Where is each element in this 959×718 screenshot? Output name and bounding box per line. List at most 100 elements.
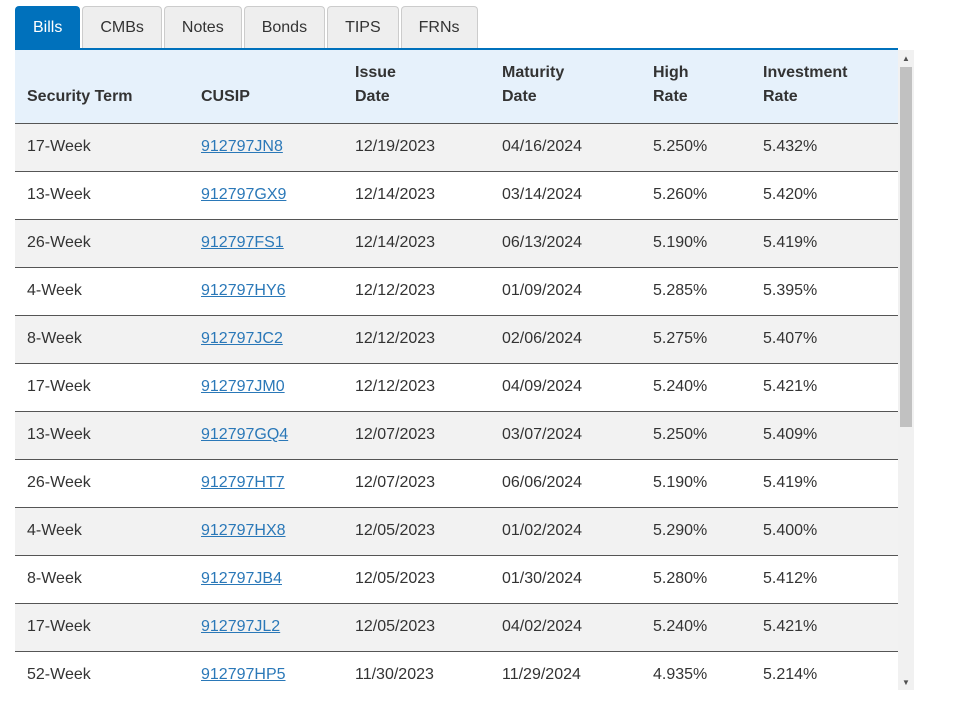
auction-results-table: Security Term CUSIP Issue Date Maturity … xyxy=(15,50,898,690)
cell-cusip: 912797JB4 xyxy=(189,555,343,603)
scroll-up-arrow-icon[interactable]: ▲ xyxy=(898,50,914,66)
header-maturity-date-line2: Date xyxy=(502,87,537,105)
cell-issue-date: 12/05/2023 xyxy=(355,618,436,635)
tab-bonds[interactable]: Bonds xyxy=(243,6,326,48)
cusip-link[interactable]: 912797HX8 xyxy=(201,522,286,539)
cell-cusip: 912797FS1 xyxy=(189,219,343,267)
cell-issue-date: 12/05/2023 xyxy=(355,522,436,539)
cell-issue-date: 12/05/2023 xyxy=(355,570,436,587)
header-investment-rate-line2: Rate xyxy=(763,87,798,105)
header-high-rate-line2: Rate xyxy=(653,87,688,105)
cell-high-rate: 5.190% xyxy=(653,474,708,491)
table-row: 13-Week 912797GX9 12/14/2023 03/14/2024 … xyxy=(15,171,898,219)
cusip-link[interactable]: 912797JB4 xyxy=(201,570,282,587)
scroll-down-arrow-icon[interactable]: ▼ xyxy=(898,674,914,690)
cell-cusip: 912797GX9 xyxy=(189,171,343,219)
table-row: 8-Week 912797JC2 12/12/2023 02/06/2024 5… xyxy=(15,315,898,363)
cell-maturity-date: 03/07/2024 xyxy=(502,426,583,443)
cell-security-term: 17-Week xyxy=(27,138,91,155)
security-type-tabs: Bills CMBs Notes Bonds TIPS FRNs xyxy=(15,6,480,48)
header-security-term[interactable]: Security Term xyxy=(15,50,189,124)
header-issue-date-line2: Date xyxy=(355,87,390,105)
tab-notes[interactable]: Notes xyxy=(163,6,242,48)
cell-issue-date: 12/19/2023 xyxy=(355,138,436,155)
table-row: 13-Week 912797GQ4 12/07/2023 03/07/2024 … xyxy=(15,411,898,459)
cell-security-term: 17-Week xyxy=(27,618,91,635)
cell-security-term: 13-Week xyxy=(27,426,91,443)
table-row: 17-Week 912797JN8 12/19/2023 04/16/2024 … xyxy=(15,123,898,171)
cell-maturity-date: 04/16/2024 xyxy=(502,138,583,155)
cell-cusip: 912797GQ4 xyxy=(189,411,343,459)
cell-maturity-date: 01/09/2024 xyxy=(502,282,583,299)
cell-investment-rate: 5.420% xyxy=(763,186,818,203)
cell-maturity-date: 06/13/2024 xyxy=(502,234,583,251)
tab-bills[interactable]: Bills xyxy=(15,6,81,48)
cell-high-rate: 5.275% xyxy=(653,330,708,347)
tab-cmbs[interactable]: CMBs xyxy=(82,6,162,48)
header-investment-rate[interactable]: Investment Rate xyxy=(751,50,898,124)
header-high-rate-line1: High xyxy=(653,63,689,81)
header-investment-rate-line1: Investment xyxy=(763,63,848,81)
table-scrollbar[interactable]: ▲ ▼ xyxy=(898,50,914,690)
results-table-viewport[interactable]: Security Term CUSIP Issue Date Maturity … xyxy=(15,50,898,690)
cell-investment-rate: 5.412% xyxy=(763,570,818,587)
table-row: 26-Week 912797FS1 12/14/2023 06/13/2024 … xyxy=(15,219,898,267)
cusip-link[interactable]: 912797HY6 xyxy=(201,282,286,299)
cell-issue-date: 12/12/2023 xyxy=(355,330,436,347)
cell-security-term: 4-Week xyxy=(27,522,82,539)
cusip-link[interactable]: 912797FS1 xyxy=(201,234,284,251)
cusip-link[interactable]: 912797JL2 xyxy=(201,618,280,635)
cusip-link[interactable]: 912797JM0 xyxy=(201,378,285,395)
cusip-link[interactable]: 912797HT7 xyxy=(201,474,285,491)
cusip-link[interactable]: 912797JN8 xyxy=(201,138,283,155)
cell-cusip: 912797JC2 xyxy=(189,315,343,363)
cell-investment-rate: 5.409% xyxy=(763,426,818,443)
cell-investment-rate: 5.214% xyxy=(763,666,818,683)
tab-frns[interactable]: FRNs xyxy=(400,6,478,48)
cell-maturity-date: 11/29/2024 xyxy=(502,666,581,683)
cell-security-term: 13-Week xyxy=(27,186,91,203)
table-row: 4-Week 912797HX8 12/05/2023 01/02/2024 5… xyxy=(15,507,898,555)
header-cusip-label: CUSIP xyxy=(201,87,250,105)
cell-investment-rate: 5.421% xyxy=(763,618,818,635)
header-issue-date[interactable]: Issue Date xyxy=(343,50,490,124)
cell-high-rate: 5.290% xyxy=(653,522,708,539)
cell-issue-date: 12/07/2023 xyxy=(355,474,436,491)
cusip-link[interactable]: 912797HP5 xyxy=(201,666,286,683)
header-cusip[interactable]: CUSIP xyxy=(189,50,343,124)
cell-security-term: 8-Week xyxy=(27,330,82,347)
scrollbar-thumb[interactable] xyxy=(900,67,912,427)
cell-issue-date: 12/07/2023 xyxy=(355,426,436,443)
cusip-link[interactable]: 912797JC2 xyxy=(201,330,283,347)
cell-high-rate: 5.240% xyxy=(653,378,708,395)
tab-tips[interactable]: TIPS xyxy=(327,6,399,48)
cusip-link[interactable]: 912797GQ4 xyxy=(201,426,288,443)
cell-security-term: 4-Week xyxy=(27,282,82,299)
cell-cusip: 912797JM0 xyxy=(189,363,343,411)
table-row: 52-Week 912797HP5 11/30/2023 11/29/2024 … xyxy=(15,651,898,690)
header-maturity-date-line1: Maturity xyxy=(502,63,565,81)
cusip-link[interactable]: 912797GX9 xyxy=(201,186,286,203)
cell-investment-rate: 5.432% xyxy=(763,138,818,155)
cell-cusip: 912797JL2 xyxy=(189,603,343,651)
cell-maturity-date: 03/14/2024 xyxy=(502,186,583,203)
cell-maturity-date: 04/02/2024 xyxy=(502,618,583,635)
cell-cusip: 912797JN8 xyxy=(189,123,343,171)
cell-cusip: 912797HT7 xyxy=(189,459,343,507)
header-security-term-label: Security Term xyxy=(27,87,133,105)
cell-issue-date: 12/12/2023 xyxy=(355,378,436,395)
cell-maturity-date: 06/06/2024 xyxy=(502,474,583,491)
table-row: 17-Week 912797JM0 12/12/2023 04/09/2024 … xyxy=(15,363,898,411)
cell-issue-date: 12/14/2023 xyxy=(355,234,436,251)
header-issue-date-line1: Issue xyxy=(355,63,396,81)
table-row: 8-Week 912797JB4 12/05/2023 01/30/2024 5… xyxy=(15,555,898,603)
cell-high-rate: 5.250% xyxy=(653,426,708,443)
cell-security-term: 52-Week xyxy=(27,666,91,683)
cell-security-term: 26-Week xyxy=(27,474,91,491)
header-high-rate[interactable]: High Rate xyxy=(641,50,751,124)
cell-issue-date: 12/12/2023 xyxy=(355,282,436,299)
header-maturity-date[interactable]: Maturity Date xyxy=(490,50,641,124)
cell-security-term: 26-Week xyxy=(27,234,91,251)
cell-high-rate: 5.260% xyxy=(653,186,708,203)
cell-investment-rate: 5.421% xyxy=(763,378,818,395)
